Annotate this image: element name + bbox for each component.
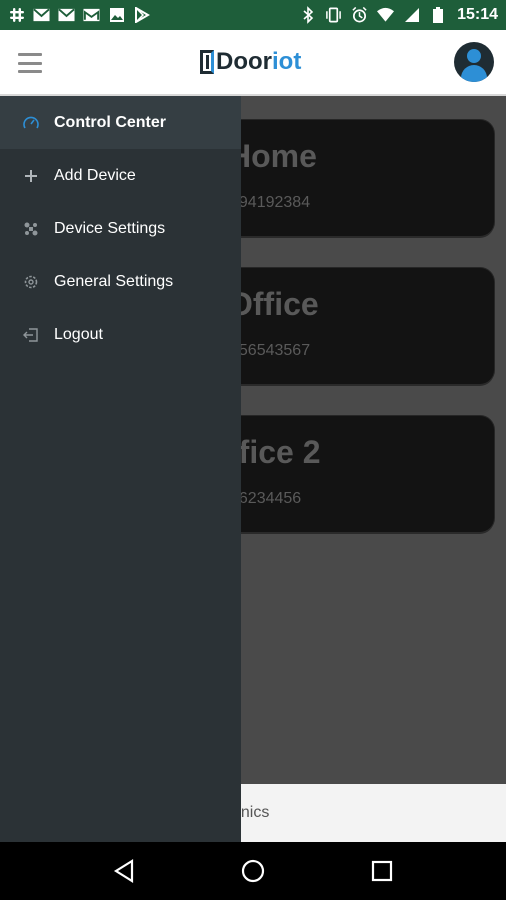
- system-nav-bar: [0, 842, 506, 900]
- drawer-item-general-settings[interactable]: General Settings: [0, 255, 241, 308]
- home-button[interactable]: [239, 857, 267, 885]
- device-number: 394192384: [230, 194, 311, 211]
- battery-icon: [429, 7, 446, 24]
- alarm-icon: [351, 6, 368, 24]
- app-bar: Dooriot: [0, 30, 506, 96]
- play-store-icon: [133, 7, 150, 24]
- app-logo: Dooriot: [200, 48, 301, 76]
- recents-button[interactable]: [368, 857, 396, 885]
- plus-icon: [22, 167, 40, 185]
- device-card[interactable]: Office 456543567: [200, 268, 494, 384]
- logo-text: Dooriot: [216, 48, 302, 75]
- drawer-item-label: Add Device: [54, 166, 136, 184]
- drawer-item-label: General Settings: [54, 272, 174, 290]
- logout-icon: [22, 326, 40, 344]
- gear-icon: [22, 273, 40, 291]
- drawer-item-label: Logout: [54, 325, 103, 343]
- device-card[interactable]: Home 394192384: [200, 120, 494, 236]
- wifi-icon: [377, 7, 395, 24]
- door-icon: [200, 50, 214, 74]
- system-icons: 15:14: [299, 6, 498, 24]
- device-name: Home: [228, 138, 317, 174]
- mail-icon: [33, 7, 50, 24]
- device-number: 456543567: [230, 342, 311, 359]
- mail-icon: [58, 7, 75, 24]
- navigation-drawer: Control Center Add Device Device Setting…: [0, 96, 241, 842]
- drawer-item-label: Control Center: [54, 113, 166, 131]
- user-avatar-button[interactable]: [454, 42, 494, 82]
- drawer-item-control-center[interactable]: Control Center: [0, 96, 241, 149]
- clock: 15:14: [457, 6, 498, 23]
- drawer-item-label: Device Settings: [54, 219, 166, 237]
- hamburger-menu-button[interactable]: [16, 50, 44, 76]
- device-card[interactable]: ffice 2 56234456: [200, 416, 494, 532]
- signal-icon: [403, 7, 420, 24]
- bluetooth-icon: [299, 6, 316, 24]
- photo-icon: [108, 7, 125, 24]
- avatar-head: [467, 49, 481, 63]
- mail-icon: [83, 7, 100, 24]
- slack-icon: [8, 7, 25, 24]
- drawer-item-add-device[interactable]: Add Device: [0, 149, 241, 202]
- menu-line: [18, 61, 42, 65]
- notification-icons: [8, 7, 150, 24]
- status-bar: 15:14: [0, 0, 506, 30]
- drawer-item-logout[interactable]: Logout: [0, 308, 241, 361]
- avatar-body: [461, 65, 487, 82]
- menu-line: [18, 53, 42, 56]
- vibrate-icon: [325, 7, 342, 24]
- device-name: ffice 2: [228, 434, 321, 470]
- settings-nodes-icon: [22, 220, 40, 238]
- back-button[interactable]: [110, 857, 138, 885]
- drawer-item-device-settings[interactable]: Device Settings: [0, 202, 241, 255]
- device-name: Office: [228, 286, 319, 322]
- menu-line: [18, 70, 42, 73]
- speedometer-icon: [22, 114, 40, 132]
